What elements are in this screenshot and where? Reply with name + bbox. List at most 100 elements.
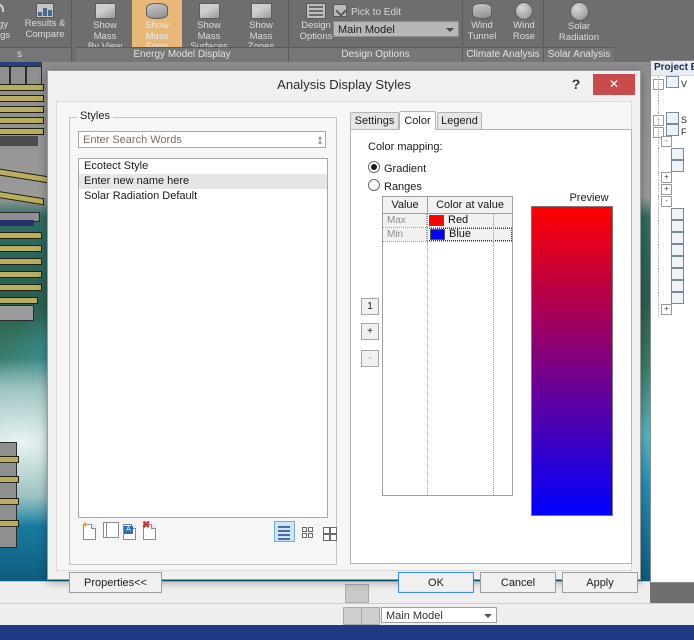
project-browser-row[interactable]: [651, 292, 694, 304]
project-browser-row[interactable]: -F: [651, 124, 694, 138]
item-icon: [671, 208, 684, 220]
apply-button[interactable]: Apply: [562, 572, 638, 593]
ribbon-button-energy-settings[interactable]: EnergySettings: [0, 0, 18, 47]
row-value: Max: [383, 214, 427, 227]
new-style-icon[interactable]: ✦: [81, 521, 98, 540]
quantity-stepper[interactable]: 1: [361, 298, 379, 315]
help-icon[interactable]: ?: [566, 74, 586, 94]
list-item[interactable]: Ecotect Style: [79, 159, 327, 174]
project-browser-row[interactable]: -: [651, 136, 694, 148]
radio-gradient[interactable]: Gradient: [368, 161, 426, 175]
remove-row-button[interactable]: -: [361, 350, 379, 367]
tab-settings[interactable]: Settings: [350, 112, 399, 129]
status-bar: Main Model: [0, 603, 694, 626]
styles-list[interactable]: Ecotect Style Enter new name here Solar Ra…: [78, 158, 328, 518]
ribbon-button-show-mass-zones[interactable]: Show MassZones: [236, 0, 286, 52]
item-icon: [671, 280, 684, 292]
color-tab-panel: Color mapping: Gradient Ranges Value Col…: [350, 129, 632, 564]
project-browser-row[interactable]: +: [651, 304, 694, 316]
chevron-down-icon[interactable]: ▾: [318, 130, 322, 147]
search-input-value: Enter Search Words: [83, 134, 182, 146]
tab-legend[interactable]: Legend: [437, 112, 482, 129]
tree-expander-icon[interactable]: +: [661, 172, 672, 183]
item-icon: [671, 268, 684, 280]
row-value: Min: [383, 228, 427, 241]
settings-tabs-area: Settings Color Legend Color mapping: Gra…: [350, 111, 632, 564]
ribbon-button-show-mass-surfaces[interactable]: Show MassSurfaces: [184, 0, 234, 52]
tree-expander-icon[interactable]: -: [661, 136, 672, 147]
cube-icon: [250, 3, 272, 19]
ribbon-panel-title: Solar Analysis: [544, 47, 614, 62]
project-browser-row[interactable]: [651, 220, 694, 232]
rename-style-icon[interactable]: A: [123, 522, 138, 540]
large-icons-view-icon[interactable]: [318, 521, 339, 542]
status-design-option-value: Main Model: [386, 610, 443, 622]
project-browser-row[interactable]: +: [651, 184, 694, 196]
project-browser-row[interactable]: [651, 88, 694, 100]
project-browser-row[interactable]: [651, 148, 694, 160]
status-filter-icon[interactable]: [343, 607, 362, 625]
cylinder-icon: [146, 3, 168, 19]
ribbon-button-pick-to-edit[interactable]: Pick to Edit: [333, 4, 401, 18]
tree-expander-icon[interactable]: +: [661, 184, 672, 195]
project-browser-row[interactable]: [651, 256, 694, 268]
radio-gradient-icon: [368, 161, 380, 173]
list-view-icon[interactable]: [274, 521, 295, 542]
project-browser-row[interactable]: [651, 280, 694, 292]
list-item[interactable]: Solar Radiation Default: [79, 189, 327, 204]
design-option-combo[interactable]: Main Model: [333, 21, 459, 37]
add-row-button[interactable]: +: [361, 323, 379, 340]
status-design-option-combo[interactable]: Main Model: [381, 607, 497, 623]
tab-color[interactable]: Color: [399, 111, 436, 130]
ribbon-button-solar-radiation[interactable]: Solar Radiation: [549, 0, 609, 47]
properties-button[interactable]: Properties<<: [69, 572, 162, 593]
table-header-value: Value: [383, 197, 428, 213]
dialog-title-bar[interactable]: Analysis Display Styles ? ✕: [48, 71, 640, 99]
ribbon-button-show-mass-by-view[interactable]: Show MassBy View: [80, 0, 130, 52]
project-browser-tree[interactable]: - V - S - F - + + - +: [651, 76, 694, 316]
small-icons-view-icon[interactable]: [297, 521, 318, 542]
ribbon-button-show-mass-form[interactable]: Show MassForm: [132, 0, 182, 52]
ribbon-button-label: Solar Radiation: [558, 21, 600, 43]
color-value-table[interactable]: Value Color at value Max Red Min Blue: [382, 196, 513, 496]
fork-icon: [0, 3, 4, 19]
project-browser-row[interactable]: -S: [651, 112, 694, 126]
duplicate-style-icon[interactable]: [103, 522, 119, 539]
ribbon-panel-title: Climate Analysis: [463, 47, 543, 62]
ok-button[interactable]: OK: [398, 572, 474, 593]
row-color-cell[interactable]: Red: [427, 214, 512, 227]
tree-expander-icon[interactable]: +: [661, 304, 672, 315]
project-browser-row[interactable]: [651, 232, 694, 244]
views-icon: [666, 76, 679, 88]
ribbon-button-label: Wind Rose: [512, 20, 536, 42]
project-browser-row[interactable]: -V: [651, 76, 694, 90]
project-browser-row[interactable]: [651, 160, 694, 172]
project-browser-row[interactable]: [651, 268, 694, 280]
project-browser-panel[interactable]: Project B - V - S - F - + + - +: [650, 60, 694, 583]
ribbon-button-results-compare[interactable]: Results & Compare: [20, 0, 70, 47]
project-browser-row[interactable]: [651, 244, 694, 256]
project-browser-row[interactable]: [651, 100, 694, 112]
project-browser-row[interactable]: [651, 208, 694, 220]
close-icon[interactable]: ✕: [593, 74, 635, 95]
radio-gradient-label: Gradient: [384, 163, 427, 175]
project-browser-row[interactable]: -: [651, 196, 694, 208]
pick-to-edit-icon: [333, 4, 347, 17]
table-header-row: Value Color at value: [383, 197, 512, 214]
pick-to-edit-label: Pick to Edit: [351, 7, 402, 18]
delete-style-icon[interactable]: ✖: [142, 521, 158, 540]
list-item[interactable]: Enter new name here: [79, 174, 327, 189]
tree-expander-icon[interactable]: -: [661, 196, 672, 207]
styles-group-label: Styles: [77, 110, 113, 122]
ribbon-button-wind-rose[interactable]: Wind Rose: [503, 0, 545, 47]
cancel-button[interactable]: Cancel: [480, 572, 556, 593]
status-select-icon[interactable]: [361, 607, 380, 625]
project-browser-row[interactable]: +: [651, 172, 694, 184]
search-input[interactable]: Enter Search Words ▴ ▾: [78, 131, 326, 148]
row-color-cell[interactable]: Blue: [427, 228, 512, 241]
viewbar-handle[interactable]: [345, 584, 369, 603]
ribbon-button-wind-tunnel[interactable]: Wind Tunnel: [461, 0, 503, 47]
item-icon: [671, 220, 684, 232]
families-icon: [666, 124, 679, 136]
radio-ranges[interactable]: Ranges: [368, 179, 422, 193]
